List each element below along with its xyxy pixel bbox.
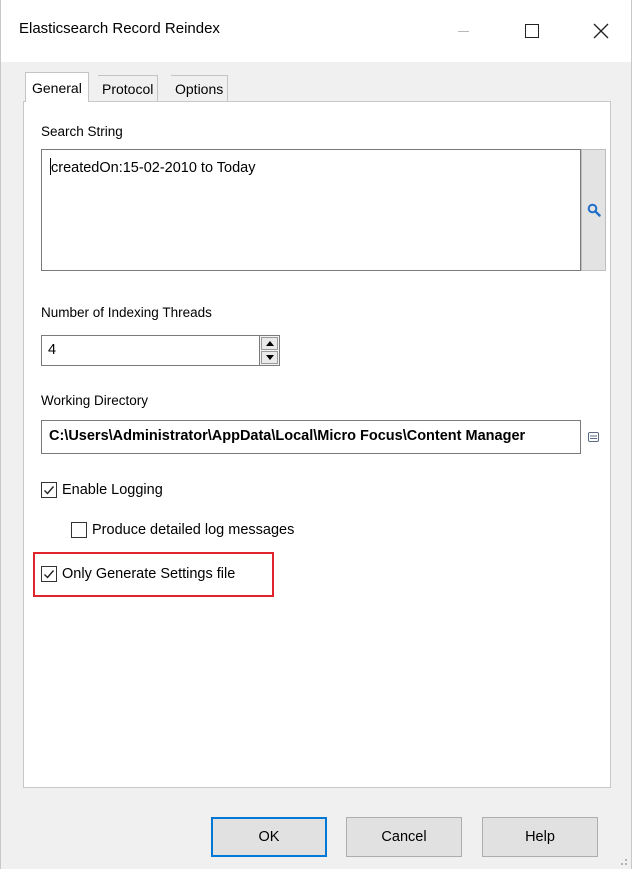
- tab-general[interactable]: General: [25, 72, 89, 102]
- stepper-up-button[interactable]: [261, 337, 278, 350]
- maximize-icon: [525, 24, 539, 38]
- check-icon: [44, 570, 55, 579]
- cancel-button[interactable]: Cancel: [346, 817, 462, 857]
- enable-logging-checkbox[interactable]: Enable Logging: [41, 482, 163, 498]
- indexing-threads-input[interactable]: 4: [41, 335, 260, 366]
- search-button[interactable]: [581, 149, 606, 271]
- indexing-threads-label: Number of Indexing Threads: [41, 305, 212, 320]
- checkbox-box: [41, 482, 57, 498]
- detailed-log-label: Produce detailed log messages: [92, 522, 295, 538]
- working-directory-label: Working Directory: [41, 393, 149, 408]
- maximize-button[interactable]: [504, 0, 560, 62]
- ok-button[interactable]: OK: [211, 817, 327, 857]
- tab-protocol[interactable]: Protocol: [98, 75, 159, 102]
- only-generate-settings-checkbox[interactable]: Only Generate Settings file: [41, 566, 235, 582]
- search-string-value: createdOn:15-02-2010 to Today: [51, 160, 256, 176]
- dialog-window: Elasticsearch Record Reindex General Pro…: [0, 0, 632, 869]
- checkbox-box: [41, 566, 57, 582]
- close-button[interactable]: [573, 0, 629, 62]
- help-button[interactable]: Help: [482, 817, 598, 857]
- general-tab-page: Search String createdOn:15-02-2010 to To…: [23, 101, 611, 788]
- search-string-input[interactable]: createdOn:15-02-2010 to Today: [41, 149, 581, 271]
- working-directory-input[interactable]: C:\Users\Administrator\AppData\Local\Mic…: [41, 420, 581, 454]
- arrow-up-icon: [265, 341, 274, 346]
- browse-directory-button[interactable]: [581, 420, 606, 454]
- indexing-threads-stepper: [260, 335, 280, 366]
- folder-browse-icon: [588, 432, 599, 442]
- stepper-down-button[interactable]: [261, 351, 278, 364]
- resize-grip-icon[interactable]: [616, 854, 628, 866]
- detailed-log-checkbox[interactable]: Produce detailed log messages: [71, 522, 294, 538]
- window-title: Elasticsearch Record Reindex: [19, 20, 220, 37]
- search-string-label: Search String: [41, 124, 123, 139]
- checkbox-box: [71, 522, 87, 538]
- enable-logging-label: Enable Logging: [62, 482, 163, 498]
- minimize-button[interactable]: [435, 0, 491, 62]
- minimize-icon: [457, 30, 469, 32]
- search-icon: [587, 203, 601, 217]
- close-icon: [593, 23, 609, 39]
- arrow-down-icon: [265, 355, 274, 360]
- tab-options[interactable]: Options: [171, 75, 229, 102]
- check-icon: [44, 486, 55, 495]
- title-bar: Elasticsearch Record Reindex: [1, 0, 631, 62]
- only-generate-settings-label: Only Generate Settings file: [62, 566, 236, 582]
